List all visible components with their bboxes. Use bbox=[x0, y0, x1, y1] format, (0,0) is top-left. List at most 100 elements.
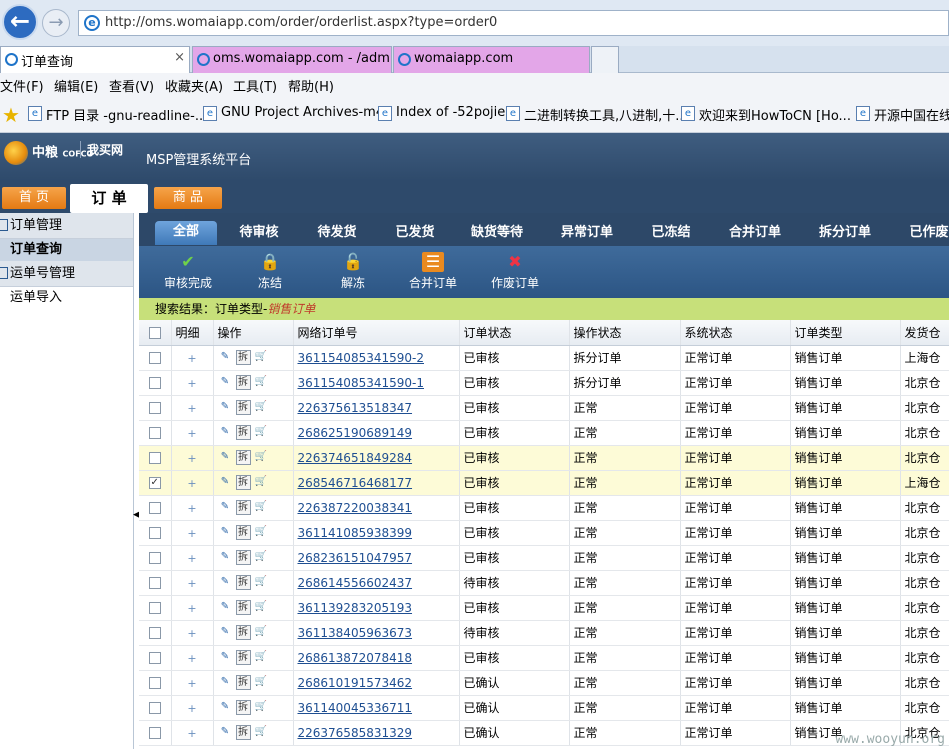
sidebar-group-waybill-management[interactable]: 运单号管理 bbox=[0, 261, 133, 287]
row-checkbox[interactable] bbox=[148, 402, 161, 414]
browser-tab[interactable]: oms.womaiapp.com - /adm... bbox=[192, 46, 392, 73]
edit-pencil-icon[interactable]: ✎ bbox=[218, 350, 233, 365]
edit-pencil-icon[interactable]: ✎ bbox=[218, 650, 233, 665]
edit-pencil-icon[interactable]: ✎ bbox=[218, 700, 233, 715]
sidebar-item-order-query[interactable]: 订单查询 bbox=[0, 239, 133, 261]
expand-plus-icon[interactable]: + bbox=[187, 352, 196, 365]
order-number-link[interactable]: 226375613518347 bbox=[298, 401, 413, 415]
order-number-link[interactable]: 268613872078418 bbox=[298, 651, 413, 665]
order-number-link[interactable]: 268546716468177 bbox=[298, 476, 413, 490]
table-row[interactable]: ✓ + ✎ 拆 🛒 268546716468177 已审核 正常 正常订单 销售订单 上海仓 bbox=[139, 470, 949, 496]
select-all-checkbox[interactable] bbox=[148, 326, 161, 339]
row-checkbox[interactable] bbox=[148, 602, 161, 614]
row-checkbox[interactable] bbox=[148, 552, 161, 564]
expand-plus-icon[interactable]: + bbox=[187, 502, 196, 515]
edit-pencil-icon[interactable]: ✎ bbox=[218, 450, 233, 465]
sidebar-group-order-management[interactable]: 订单管理 bbox=[0, 213, 133, 239]
cart-icon[interactable]: 🛒 bbox=[254, 525, 269, 540]
merge-orders-button[interactable]: ☰ 合并订单 bbox=[398, 252, 468, 291]
order-number-link[interactable]: 268625190689149 bbox=[298, 426, 413, 440]
expand-plus-icon[interactable]: + bbox=[187, 477, 196, 490]
cart-icon[interactable]: 🛒 bbox=[254, 475, 269, 490]
close-tab-icon[interactable]: × bbox=[174, 50, 185, 65]
tab-split[interactable]: 拆分订单 bbox=[809, 222, 881, 246]
cart-icon[interactable]: 🛒 bbox=[254, 450, 269, 465]
table-row[interactable]: + ✎ 拆 🛒 268614556602437 待审核 正常 正常订单 销售订单 北京仓 bbox=[139, 570, 949, 596]
favorite-link[interactable]: e 开源中国在线 bbox=[856, 105, 949, 124]
tab-voided[interactable]: 已作废 bbox=[899, 222, 949, 246]
row-checkbox[interactable] bbox=[148, 727, 161, 739]
table-row[interactable]: + ✎ 拆 🛒 361154085341590-1 已审核 拆分订单 正常订单 销售订单 北京仓 bbox=[139, 370, 949, 396]
split-icon[interactable]: 拆 bbox=[235, 400, 251, 415]
split-icon[interactable]: 拆 bbox=[235, 625, 251, 640]
table-row[interactable]: + ✎ 拆 🛒 226374651849284 已审核 正常 正常订单 销售订单 北京仓 bbox=[139, 445, 949, 471]
row-checkbox[interactable] bbox=[148, 452, 161, 464]
new-tab-button[interactable] bbox=[591, 46, 619, 73]
table-row[interactable]: + ✎ 拆 🛒 361141085938399 已审核 正常 正常订单 销售订单 北京仓 bbox=[139, 520, 949, 546]
edit-pencil-icon[interactable]: ✎ bbox=[218, 625, 233, 640]
table-row[interactable]: + ✎ 拆 🛒 226387220038341 已审核 正常 正常订单 销售订单 北京仓 bbox=[139, 495, 949, 521]
order-number-link[interactable]: 268610191573462 bbox=[298, 676, 413, 690]
edit-pencil-icon[interactable]: ✎ bbox=[218, 375, 233, 390]
order-number-link[interactable]: 361140045336711 bbox=[298, 701, 413, 715]
edit-pencil-icon[interactable]: ✎ bbox=[218, 475, 233, 490]
cart-icon[interactable]: 🛒 bbox=[254, 425, 269, 440]
back-button[interactable]: ← bbox=[2, 4, 38, 40]
edit-pencil-icon[interactable]: ✎ bbox=[218, 725, 233, 740]
tab-pending-ship[interactable]: 待发货 bbox=[307, 222, 367, 246]
favorite-link[interactable]: e FTP 目录 -gnu-readline-... bbox=[28, 105, 207, 124]
table-row[interactable]: + ✎ 拆 🛒 361154085341590-2 已审核 拆分订单 正常订单 销售订单 上海仓 bbox=[139, 345, 949, 371]
menu-help[interactable]: 帮助(H) bbox=[288, 76, 334, 95]
split-icon[interactable]: 拆 bbox=[235, 500, 251, 515]
split-icon[interactable]: 拆 bbox=[235, 350, 251, 365]
split-icon[interactable]: 拆 bbox=[235, 450, 251, 465]
void-order-button[interactable]: ✖ 作废订单 bbox=[480, 252, 550, 291]
cart-icon[interactable]: 🛒 bbox=[254, 700, 269, 715]
row-checkbox[interactable] bbox=[148, 577, 161, 589]
edit-pencil-icon[interactable]: ✎ bbox=[218, 675, 233, 690]
tab-merged[interactable]: 合并订单 bbox=[719, 222, 791, 246]
order-number-link[interactable]: 268236151047957 bbox=[298, 551, 413, 565]
split-icon[interactable]: 拆 bbox=[235, 650, 251, 665]
tab-shipped[interactable]: 已发货 bbox=[385, 222, 445, 246]
cart-icon[interactable]: 🛒 bbox=[254, 675, 269, 690]
row-checkbox[interactable] bbox=[148, 427, 161, 439]
cart-icon[interactable]: 🛒 bbox=[254, 500, 269, 515]
main-tab-products[interactable]: 商 品 bbox=[154, 187, 222, 209]
favorite-link[interactable]: e 欢迎来到HowToCN [Ho... bbox=[681, 105, 851, 124]
order-number-link[interactable]: 361139283205193 bbox=[298, 601, 413, 615]
table-row[interactable]: + ✎ 拆 🛒 268610191573462 已确认 正常 正常订单 销售订单 北京仓 bbox=[139, 670, 949, 696]
cart-icon[interactable]: 🛒 bbox=[254, 725, 269, 740]
table-row[interactable]: + ✎ 拆 🛒 226376585831329 已确认 正常 正常订单 销售订单 北京仓 bbox=[139, 720, 949, 746]
favorite-link[interactable]: e Index of -52pojie bbox=[378, 105, 505, 121]
expand-plus-icon[interactable]: + bbox=[187, 377, 196, 390]
forward-button[interactable]: → bbox=[42, 9, 70, 37]
menu-file[interactable]: 文件(F) bbox=[0, 76, 44, 95]
row-checkbox[interactable] bbox=[148, 627, 161, 639]
tab-abnormal[interactable]: 异常订单 bbox=[551, 222, 623, 246]
split-icon[interactable]: 拆 bbox=[235, 675, 251, 690]
expand-plus-icon[interactable]: + bbox=[187, 727, 196, 740]
expand-plus-icon[interactable]: + bbox=[187, 602, 196, 615]
favorite-link[interactable]: e GNU Project Archives-m4 bbox=[203, 105, 384, 121]
collapse-arrow-icon[interactable]: ◀ bbox=[133, 510, 140, 526]
table-row[interactable]: + ✎ 拆 🛒 268625190689149 已审核 正常 正常订单 销售订单 北京仓 bbox=[139, 420, 949, 446]
order-number-link[interactable]: 226376585831329 bbox=[298, 726, 413, 740]
edit-pencil-icon[interactable]: ✎ bbox=[218, 500, 233, 515]
expand-plus-icon[interactable]: + bbox=[187, 552, 196, 565]
expand-plus-icon[interactable]: + bbox=[187, 527, 196, 540]
split-icon[interactable]: 拆 bbox=[235, 525, 251, 540]
order-number-link[interactable]: 268614556602437 bbox=[298, 576, 413, 590]
sidebar-item-waybill-import[interactable]: 运单导入 bbox=[0, 287, 133, 309]
split-icon[interactable]: 拆 bbox=[235, 600, 251, 615]
tab-pending-review[interactable]: 待审核 bbox=[229, 222, 289, 246]
order-number-link[interactable]: 226387220038341 bbox=[298, 501, 413, 515]
expand-plus-icon[interactable]: + bbox=[187, 452, 196, 465]
cart-icon[interactable]: 🛒 bbox=[254, 650, 269, 665]
expand-plus-icon[interactable]: + bbox=[187, 677, 196, 690]
split-icon[interactable]: 拆 bbox=[235, 550, 251, 565]
table-row[interactable]: + ✎ 拆 🛒 268613872078418 已审核 正常 正常订单 销售订单 北京仓 bbox=[139, 645, 949, 671]
cart-icon[interactable]: 🛒 bbox=[254, 375, 269, 390]
menu-tools[interactable]: 工具(T) bbox=[233, 76, 277, 95]
table-row[interactable]: + ✎ 拆 🛒 361138405963673 待审核 正常 正常订单 销售订单 北京仓 bbox=[139, 620, 949, 646]
